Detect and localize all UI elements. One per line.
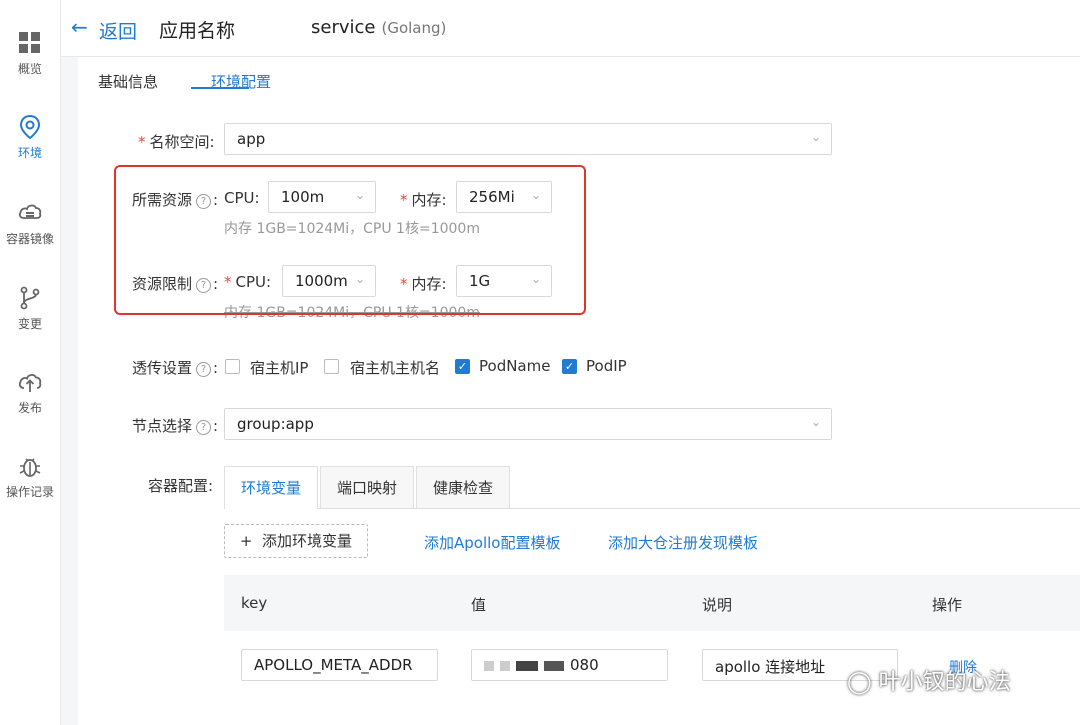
tab-health-check[interactable]: 健康检查 xyxy=(416,466,510,508)
service-name: service (Golang) xyxy=(311,17,446,38)
checkbox-host-ip[interactable] xyxy=(225,359,240,374)
chevron-down-icon: ⌄ xyxy=(810,415,821,429)
redacted-block xyxy=(516,660,538,671)
sidebar-item-label: 环境 xyxy=(17,146,42,160)
column-header-value: 值 xyxy=(471,596,487,614)
active-tab-underline xyxy=(191,87,249,89)
tab-port-mapping[interactable]: 端口映射 xyxy=(320,466,414,508)
node-select-label: 节点选择?: xyxy=(132,417,219,435)
checkbox-pod-ip[interactable]: ✓ xyxy=(562,359,577,374)
redacted-block xyxy=(544,660,564,671)
add-registry-template-link[interactable]: 添加大仓注册发现模板 xyxy=(608,532,758,553)
checkbox-label: PodIP xyxy=(586,357,627,375)
sidebar-item-release[interactable]: 发布 xyxy=(0,369,60,416)
env-value-input[interactable]: 080 xyxy=(471,649,668,681)
watermark: ◯ 叶小钗的心法 xyxy=(847,670,1011,695)
namespace-label: * 名称空间: xyxy=(138,133,215,151)
help-icon[interactable]: ? xyxy=(196,362,212,377)
check-icon: ✓ xyxy=(564,360,575,373)
add-apollo-template-link[interactable]: 添加Apollo配置模板 xyxy=(424,532,560,553)
branch-icon xyxy=(20,286,40,310)
redacted-block xyxy=(484,660,494,671)
column-header-description: 说明 xyxy=(702,596,733,614)
node-select-value: group:app xyxy=(237,415,314,433)
redacted-block xyxy=(500,660,510,671)
cloud-database-icon xyxy=(18,204,42,219)
sidebar-item-operation-log[interactable]: 操作记录 xyxy=(0,453,60,500)
grid-icon xyxy=(19,32,40,53)
env-value-suffix: 080 xyxy=(570,656,599,674)
checkbox-label: 宿主机主机名 xyxy=(350,359,441,377)
location-pin-icon xyxy=(19,114,41,140)
back-arrow-icon[interactable]: ← xyxy=(71,16,88,38)
sidebar-item-changes[interactable]: 变更 xyxy=(0,285,60,332)
namespace-value: app xyxy=(237,130,266,148)
container-config-label: 容器配置: xyxy=(148,477,214,495)
sidebar-item-container-image[interactable]: 容器镜像 xyxy=(0,200,60,247)
checkbox-pod-name[interactable]: ✓ xyxy=(455,359,470,374)
tab-basic-info[interactable]: 基础信息 xyxy=(98,71,158,92)
sidebar-item-overview[interactable]: 概览 xyxy=(0,30,60,77)
cloud-upload-icon xyxy=(18,374,42,392)
env-key-input[interactable]: APOLLO_META_ADDR xyxy=(241,649,438,681)
service-language: (Golang) xyxy=(381,19,447,37)
node-select[interactable]: group:app ⌄ xyxy=(224,408,832,440)
sidebar-item-label: 操作记录 xyxy=(5,485,54,499)
checkbox-label: PodName xyxy=(479,357,551,375)
column-header-key: key xyxy=(241,594,268,612)
env-table-header: key 值 说明 操作 xyxy=(224,575,1080,631)
add-env-var-button[interactable]: + 添加环境变量 xyxy=(224,524,368,558)
chevron-down-icon: ⌄ xyxy=(810,130,821,144)
column-header-actions: 操作 xyxy=(932,596,963,614)
namespace-select[interactable]: app ⌄ xyxy=(224,123,832,155)
check-icon: ✓ xyxy=(457,360,468,373)
checkbox-host-name[interactable] xyxy=(324,359,339,374)
sidebar: 概览 环境 容器镜像 变更 发布 操作记录 xyxy=(0,0,61,725)
container-tabs: 环境变量 端口映射 健康检查 xyxy=(224,466,1080,509)
highlight-box xyxy=(114,165,586,315)
page-header: ← 返回 应用名称 service (Golang) xyxy=(61,0,1080,57)
passthrough-label: 透传设置?: xyxy=(132,359,219,377)
wechat-icon: ◯ xyxy=(847,670,872,695)
sidebar-item-label: 容器镜像 xyxy=(5,232,54,246)
page-title: 应用名称 xyxy=(159,20,236,42)
checkbox-label: 宿主机IP xyxy=(250,359,309,377)
bug-icon xyxy=(19,458,41,477)
sidebar-item-label: 发布 xyxy=(17,401,42,415)
sidebar-item-label: 概览 xyxy=(17,62,42,76)
sidebar-item-environment[interactable]: 环境 xyxy=(0,114,60,161)
plus-icon: + xyxy=(239,532,253,550)
back-link[interactable]: 返回 xyxy=(99,17,137,44)
sidebar-item-label: 变更 xyxy=(17,317,42,331)
tab-env-vars[interactable]: 环境变量 xyxy=(224,466,318,509)
help-icon[interactable]: ? xyxy=(196,420,212,435)
service-name-text: service xyxy=(311,17,376,38)
main-content: 基础信息 环境配置 * 名称空间: app ⌄ 所需资源?: CPU: 100m … xyxy=(78,57,1080,725)
